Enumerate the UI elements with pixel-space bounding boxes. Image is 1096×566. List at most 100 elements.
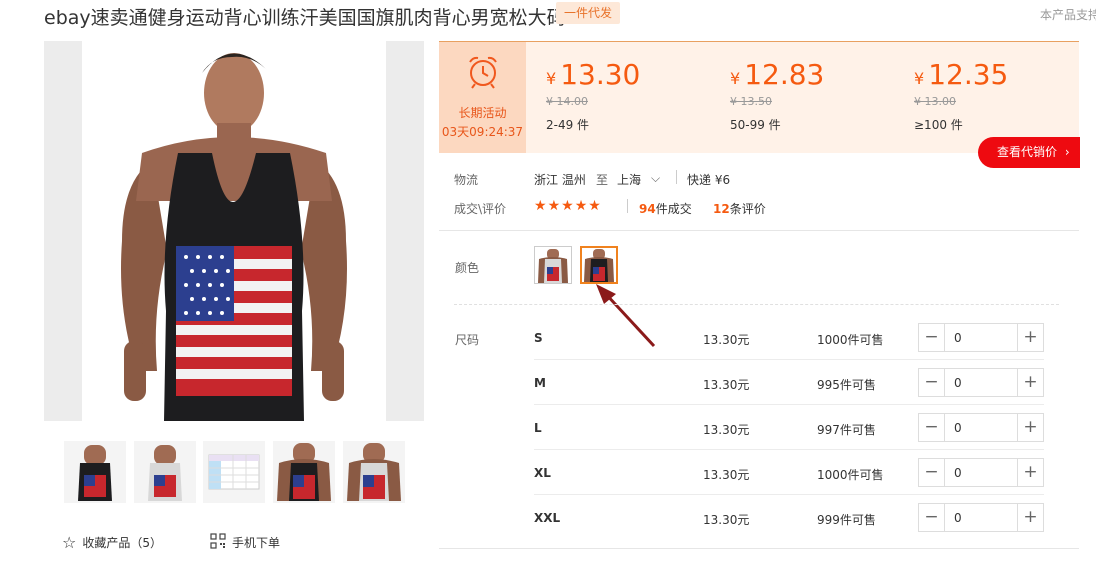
destination-value: 上海: [617, 173, 642, 187]
size-price: 13.30元: [703, 468, 750, 482]
size-name: XXL: [534, 511, 561, 525]
quantity-stepper: − 0 +: [918, 503, 1044, 532]
logistics-label: 物流: [454, 173, 479, 187]
promo-countdown: 03天09:24:37: [441, 125, 524, 139]
star-icon: ★: [547, 198, 562, 214]
quantity-stepper: − 0 +: [918, 323, 1044, 352]
reviews-count[interactable]: 12条评价: [713, 200, 766, 217]
divider: [454, 304, 1059, 305]
size-row-s: S 13.30元 1000件可售 − 0 +: [534, 315, 1044, 360]
thumbnail-5[interactable]: [343, 441, 405, 503]
star-half-icon: ★: [588, 198, 602, 214]
increment-button[interactable]: +: [1017, 459, 1043, 486]
deals-suffix: 件成交: [655, 202, 692, 216]
size-row-m: M 13.30元 995件可售 − 0 +: [534, 360, 1044, 405]
price-panel: 长期活动 03天09:24:37 ¥13.30 ¥ 14.00 2-49 件 ¥…: [439, 41, 1079, 153]
size-name: L: [534, 421, 542, 435]
divider: [439, 230, 1079, 231]
size-stock: 1000件可售: [817, 468, 884, 482]
thumbnail-1[interactable]: [64, 441, 126, 503]
view-agent-price-button[interactable]: 查看代销价 ›: [978, 137, 1080, 168]
size-row-xxl: XXL 13.30元 999件可售 − 0 +: [534, 495, 1044, 540]
size-row-l: L 13.30元 997件可售 − 0 +: [534, 405, 1044, 450]
tier-price: 13.30: [560, 58, 641, 91]
mobile-order-label: 手机下单: [232, 536, 281, 550]
quantity-input[interactable]: 0: [954, 466, 962, 480]
chevron-right-icon: ›: [1064, 145, 1070, 159]
logistics-from: 浙江 温州: [534, 173, 586, 187]
tier-price: 12.35: [928, 58, 1009, 91]
logistics-to-word: 至: [596, 173, 609, 187]
star-outline-icon: ☆: [62, 533, 77, 552]
color-swatch-black[interactable]: [580, 246, 618, 284]
main-product-image[interactable]: [44, 41, 424, 421]
star-icon: ★: [561, 198, 575, 214]
size-price: 13.30元: [703, 513, 750, 527]
quantity-input[interactable]: 0: [954, 331, 962, 345]
quantity-input[interactable]: 0: [954, 511, 962, 525]
thumbnail-4[interactable]: [273, 441, 335, 503]
thumbnail-2[interactable]: [134, 441, 196, 503]
deals-count[interactable]: 94件成交: [639, 200, 692, 217]
decrement-button[interactable]: −: [919, 504, 945, 531]
price-tier-2: ¥12.83 ¥ 13.50 50-99 件: [730, 58, 824, 133]
promo-panel: 长期活动 03天09:24:37: [439, 42, 526, 153]
size-price: 13.30元: [703, 333, 750, 347]
currency-symbol: ¥: [914, 69, 925, 88]
increment-button[interactable]: +: [1017, 414, 1043, 441]
shipping-fee: 快递 ¥6: [687, 173, 731, 187]
divider: [676, 170, 677, 184]
quantity-stepper: − 0 +: [918, 368, 1044, 397]
quantity-input[interactable]: 0: [954, 421, 962, 435]
dropship-badge[interactable]: 一件代发: [556, 2, 621, 24]
favorite-button[interactable]: ☆ 收藏产品（5）: [62, 533, 162, 552]
support-text: 本产品支持: [1040, 8, 1096, 22]
increment-button[interactable]: +: [1017, 369, 1043, 396]
chevron-down-icon: ⌵: [651, 171, 661, 185]
quantity-input[interactable]: 0: [954, 376, 962, 390]
color-swatch-white[interactable]: [534, 246, 572, 284]
size-stock: 995件可售: [817, 378, 876, 392]
divider: [439, 548, 1079, 549]
size-name: M: [534, 376, 546, 390]
tier-original-price: ¥ 13.00: [914, 95, 956, 108]
deals-number: 94: [639, 202, 656, 216]
deals-label: 成交\评价: [454, 202, 507, 216]
size-stock: 1000件可售: [817, 333, 884, 347]
size-price: 13.30元: [703, 423, 750, 437]
alarm-clock-icon: [466, 54, 500, 94]
tier-quantity-range: ≥100 件: [914, 118, 963, 132]
tier-quantity-range: 2-49 件: [546, 118, 590, 132]
size-row-xl: XL 13.30元 1000件可售 − 0 +: [534, 450, 1044, 495]
product-photo: [82, 41, 386, 421]
size-label: 尺码: [455, 333, 480, 347]
reviews-suffix: 条评价: [729, 202, 766, 216]
rating-stars: ★★★★★: [534, 198, 602, 214]
size-stock: 999件可售: [817, 513, 876, 527]
destination-select[interactable]: 上海 ⌵: [617, 171, 660, 188]
promo-label: 长期活动: [458, 106, 507, 120]
quantity-stepper: − 0 +: [918, 413, 1044, 442]
price-tier-1: ¥13.30 ¥ 14.00 2-49 件: [546, 58, 640, 133]
color-label: 颜色: [455, 261, 480, 275]
currency-symbol: ¥: [730, 69, 741, 88]
decrement-button[interactable]: −: [919, 414, 945, 441]
reviews-number: 12: [713, 202, 730, 216]
tier-price: 12.83: [744, 58, 825, 91]
tier-original-price: ¥ 13.50: [730, 95, 772, 108]
decrement-button[interactable]: −: [919, 459, 945, 486]
price-tier-3: ¥12.35 ¥ 13.00 ≥100 件: [914, 58, 1008, 133]
agent-button-label: 查看代销价: [997, 145, 1058, 159]
decrement-button[interactable]: −: [919, 324, 945, 351]
mobile-order-button[interactable]: 手机下单: [210, 533, 280, 552]
increment-button[interactable]: +: [1017, 504, 1043, 531]
star-icon: ★: [534, 198, 548, 214]
favorite-label: 收藏产品（5）: [82, 536, 162, 550]
size-name: S: [534, 331, 543, 345]
tier-original-price: ¥ 14.00: [546, 95, 588, 108]
increment-button[interactable]: +: [1017, 324, 1043, 351]
decrement-button[interactable]: −: [919, 369, 945, 396]
thumbnail-3-size-chart[interactable]: [203, 441, 265, 503]
size-stock: 997件可售: [817, 423, 876, 437]
star-icon: ★: [574, 198, 589, 214]
